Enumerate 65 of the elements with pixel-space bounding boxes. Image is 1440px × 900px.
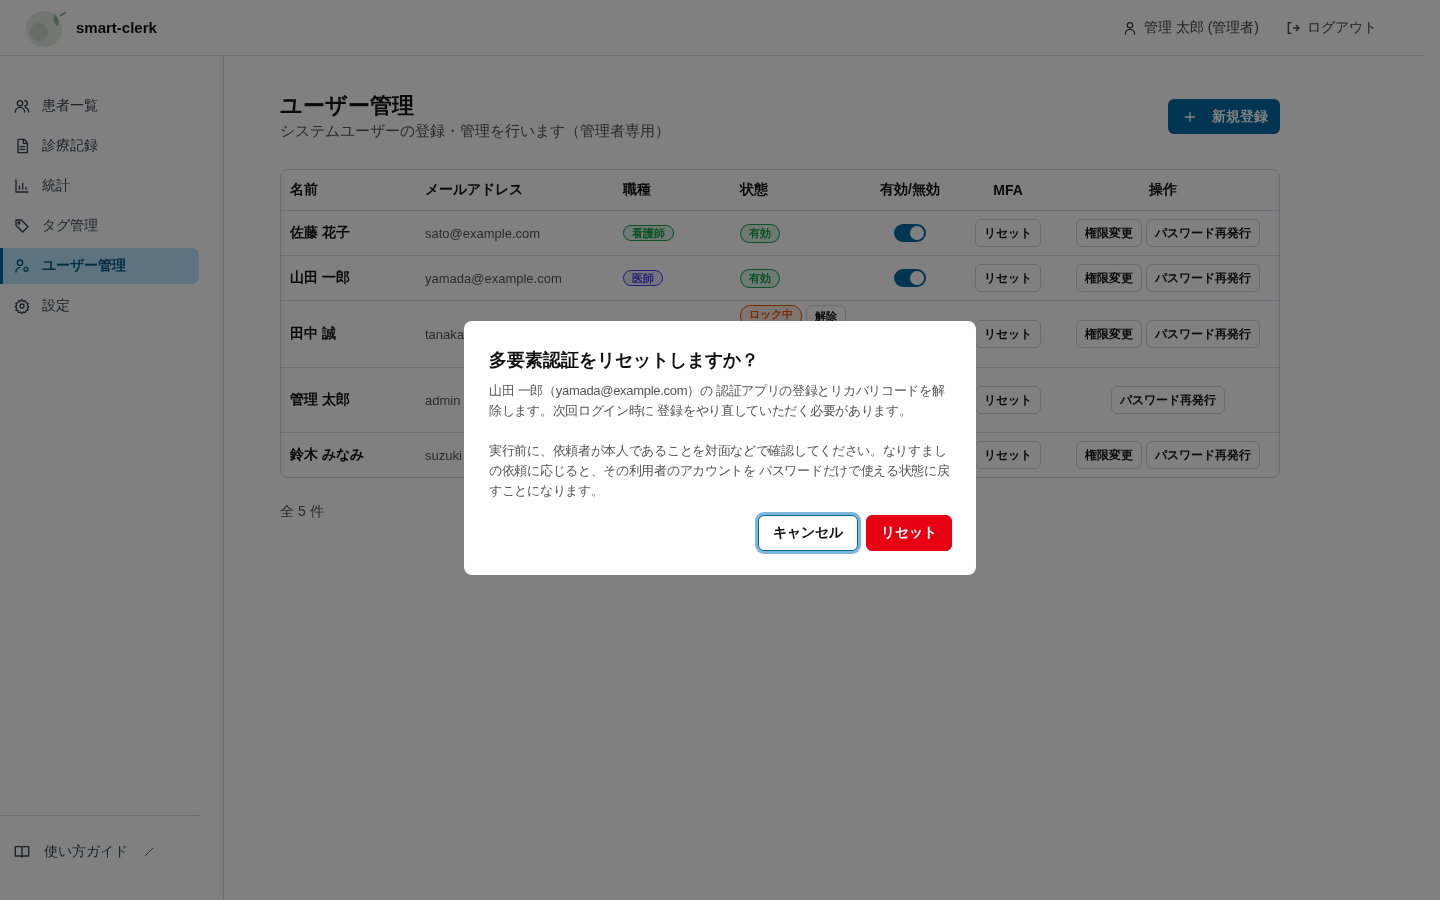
email-cell: tanaka [425, 326, 465, 342]
user-name-cell-text: 管理 太郎 [289, 391, 350, 409]
user-name-cell-text: 山田 一郎 [289, 269, 350, 287]
column-header: 操作 [1148, 181, 1178, 199]
tag-icon [14, 218, 30, 234]
email-cell: sato@example.com [425, 225, 541, 241]
external-link-icon [142, 845, 156, 859]
mfa-reset-button[interactable]: リセット [975, 219, 1041, 247]
guide-link[interactable]: 使い方ガイド [2, 834, 199, 870]
dialog-title: 多要素認証をリセットしますか？ [489, 349, 760, 372]
document-icon [14, 138, 30, 154]
cancel-button[interactable]: キャンセル [758, 515, 858, 551]
action-button[interactable]: 権限変更 [1075, 441, 1142, 469]
reset-button[interactable]: リセット [866, 515, 952, 551]
user-name-cell-text: 田中 誠 [289, 325, 336, 343]
app-name: smart-clerk [76, 19, 157, 36]
action-button[interactable]: 権限変更 [1075, 219, 1142, 247]
email-cell: yamada@example.com [425, 270, 562, 286]
record-count: 全 5 件 [280, 503, 324, 521]
action-button[interactable]: 権限変更 [1075, 264, 1142, 292]
column-header: 職種 [621, 181, 652, 199]
mfa-reset-button[interactable]: リセット [975, 441, 1041, 469]
action-button[interactable]: パスワード再発行 [1145, 264, 1260, 292]
column-header: 状態 [738, 181, 769, 199]
role-tag: 医師 [623, 270, 663, 286]
action-button[interactable]: パスワード再発行 [1145, 219, 1260, 247]
action-button[interactable]: パスワード再発行 [1110, 386, 1225, 414]
page-subtitle: システムユーザーの登録・管理を行います（管理者専用） [280, 122, 670, 141]
sidebar-item[interactable]: 患者一覧 [2, 88, 199, 124]
status-tag: 有効 [740, 268, 780, 288]
user-name-cell-text: 鈴木 みなみ [289, 446, 364, 464]
sidebar-item[interactable]: タグ管理 [2, 208, 199, 244]
page-title: ユーザー管理 [280, 92, 415, 120]
new-user-button[interactable]: 新規登録 [1168, 99, 1280, 134]
logout-link[interactable]: ログアウト [1285, 18, 1377, 37]
user-name: 管理 太郎 (管理者) [1143, 18, 1259, 37]
book-icon [14, 844, 30, 860]
dialog-message: 山田 一郎（yamada@example.com）の 認証アプリの登録とリカバリコードを解除します。次回ログイン時に 登録をやり直していただく必要があります。 [489, 382, 946, 420]
sidebar-item[interactable]: 統計 [2, 168, 199, 204]
action-button[interactable]: パスワード再発行 [1145, 320, 1260, 348]
column-header: 名前 [289, 181, 319, 199]
mfa-reset-button[interactable]: リセット [975, 320, 1041, 348]
action-button[interactable]: 権限変更 [1075, 320, 1142, 348]
enabled-toggle[interactable] [894, 224, 926, 242]
column-header: MFA [992, 182, 1024, 198]
action-button[interactable]: パスワード再発行 [1145, 441, 1260, 469]
sidebar-item[interactable]: 診療記録 [2, 128, 199, 164]
gear-icon [14, 298, 30, 314]
column-header: メールアドレス [424, 181, 524, 199]
mfa-reset-button[interactable]: リセット [975, 264, 1041, 292]
sidebar-item[interactable]: ユーザー管理 [0, 248, 199, 284]
role-tag: 看護師 [623, 225, 674, 241]
people-icon [14, 98, 30, 114]
dialog-message: 実行前に、依頼者が本人であることを対面などで確認してください。なりすましの依頼に応じると、その利用者のアカウントを パスワードだけで使える状態に戻すことになります。 [489, 442, 951, 500]
email-cell: suzuki [425, 447, 462, 463]
user-name-cell-text: 佐藤 花子 [289, 224, 350, 242]
user-settings-icon [14, 258, 30, 274]
mfa-reset-button[interactable]: リセット [975, 386, 1041, 414]
column-header: 有効/無効 [879, 181, 941, 199]
enabled-toggle[interactable] [894, 269, 926, 287]
email-cell: admin [425, 392, 461, 408]
status-tag: 有効 [740, 223, 780, 243]
logout-icon [1285, 19, 1301, 36]
sidebar-item[interactable]: 設定 [2, 288, 199, 324]
bar-chart-icon [14, 178, 30, 194]
